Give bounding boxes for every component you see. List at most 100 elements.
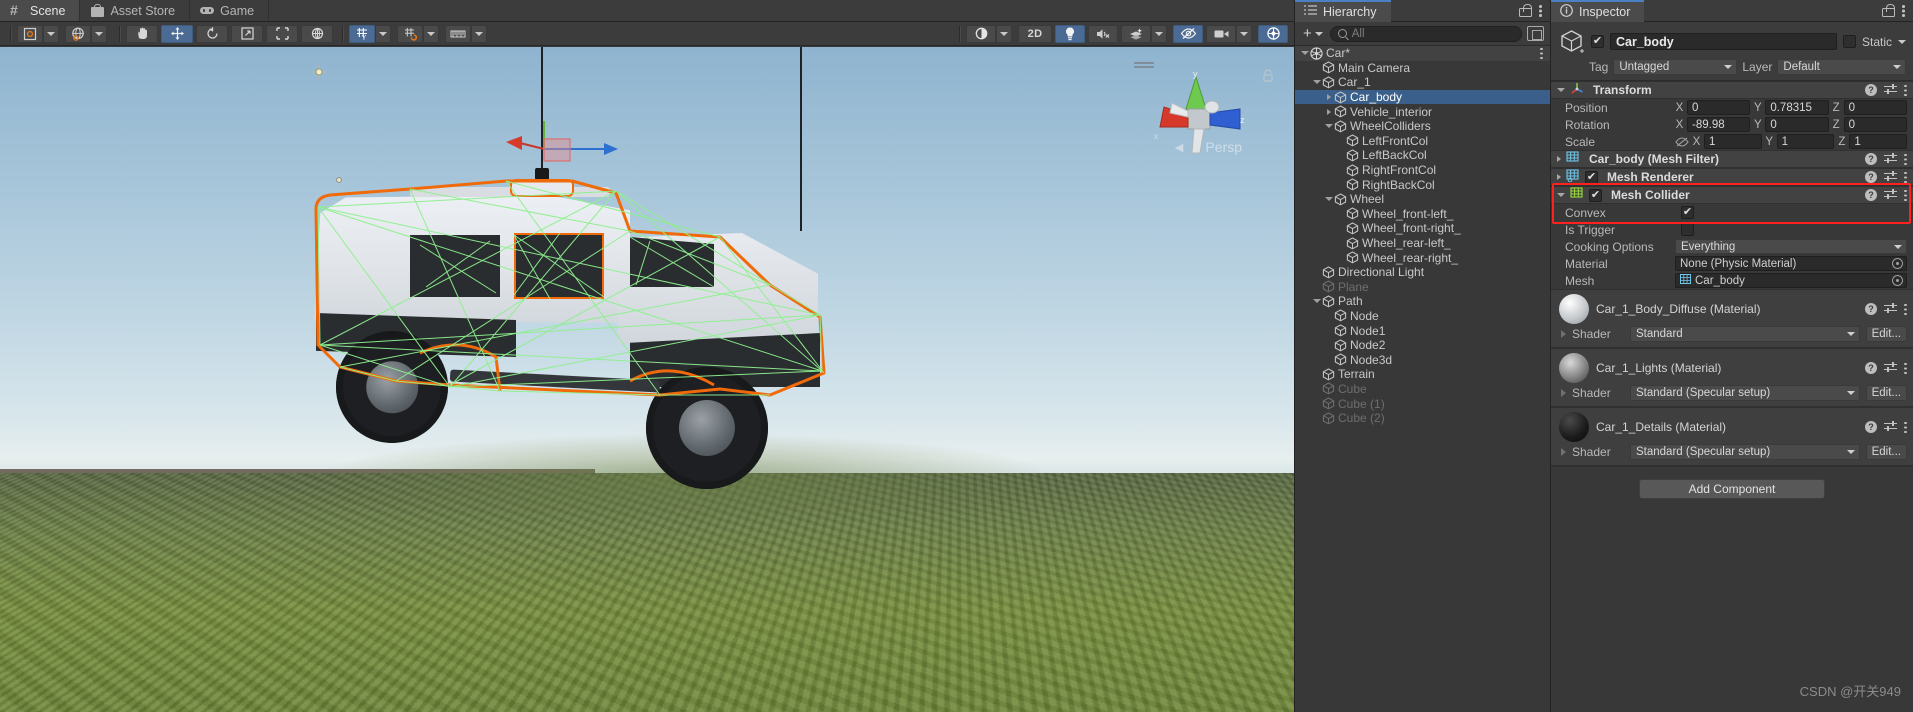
car-body-model[interactable] bbox=[300, 145, 860, 489]
preset-icon[interactable] bbox=[1884, 84, 1897, 96]
kebab-menu-icon[interactable] bbox=[1902, 4, 1905, 17]
add-component-button[interactable]: Add Component bbox=[1639, 479, 1825, 499]
handle-space-dropdown[interactable] bbox=[91, 24, 107, 43]
scene-viewport[interactable]: y z x Persp ◄ bbox=[0, 47, 1294, 712]
tree-twisty[interactable] bbox=[1323, 94, 1334, 101]
chevron-down-icon[interactable] bbox=[1557, 88, 1565, 92]
shader-dropdown[interactable]: Standard (Specular setup) bbox=[1630, 444, 1860, 460]
tab-scene[interactable]: Scene bbox=[0, 0, 81, 21]
chevron-right-icon[interactable] bbox=[1561, 389, 1566, 397]
constrain-proportions-icon[interactable] bbox=[1675, 136, 1689, 148]
shader-dropdown[interactable]: Standard bbox=[1630, 326, 1860, 342]
field-x[interactable]: 1 bbox=[1704, 134, 1762, 149]
preset-icon[interactable] bbox=[1884, 153, 1897, 165]
rotate-tool[interactable] bbox=[196, 24, 228, 43]
scene-fx-dropdown[interactable] bbox=[1151, 24, 1167, 43]
add-gameobject-button[interactable]: + bbox=[1301, 25, 1325, 42]
help-icon[interactable]: ? bbox=[1865, 171, 1877, 183]
preset-icon[interactable] bbox=[1884, 303, 1897, 315]
lock-icon[interactable] bbox=[1882, 4, 1895, 17]
kebab-menu-icon[interactable] bbox=[1904, 303, 1907, 316]
chevron-down-icon[interactable] bbox=[1557, 193, 1565, 197]
kebab-menu-icon[interactable] bbox=[1904, 362, 1907, 375]
kebab-menu-icon[interactable] bbox=[1540, 47, 1543, 60]
hierarchy-item-leftbackcol[interactable]: LeftBackCol bbox=[1295, 148, 1550, 163]
hierarchy-item-directional-light[interactable]: Directional Light bbox=[1295, 265, 1550, 280]
hierarchy-tree[interactable]: Car* Main Camera Car_1 Car_body Vehicle_inte… bbox=[1295, 46, 1550, 712]
field-y[interactable]: 0.78315 bbox=[1765, 100, 1829, 115]
preset-icon[interactable] bbox=[1884, 362, 1897, 374]
pivot-center-toggle[interactable] bbox=[17, 24, 43, 43]
tab-asset-store[interactable]: Asset Store bbox=[80, 0, 191, 21]
chevron-down-icon[interactable] bbox=[1324, 197, 1333, 202]
scene-camera-dropdown[interactable] bbox=[1236, 24, 1252, 43]
field-y[interactable]: 1 bbox=[1776, 134, 1835, 149]
chevron-right-icon[interactable] bbox=[1557, 156, 1561, 162]
hierarchy-item-car-body[interactable]: Car_body bbox=[1295, 89, 1550, 105]
tab-game[interactable]: Game bbox=[190, 0, 270, 21]
grid-visibility-toggle[interactable]: Y bbox=[349, 24, 375, 43]
hierarchy-item-wheel-front-right[interactable]: Wheel_front-right_ bbox=[1295, 221, 1550, 236]
gizmo-lock-icon[interactable] bbox=[1262, 69, 1274, 83]
move-tool[interactable] bbox=[161, 24, 193, 43]
hierarchy-item-cube[interactable]: Cube bbox=[1295, 382, 1550, 397]
hierarchy-item-cube-1[interactable]: Cube (1) bbox=[1295, 396, 1550, 411]
toggle-2d-button[interactable]: 2D bbox=[1018, 24, 1052, 43]
help-icon[interactable]: ? bbox=[1865, 189, 1877, 201]
component-enabled-checkbox[interactable] bbox=[1589, 188, 1602, 202]
hierarchy-item-rightbackcol[interactable]: RightBackCol bbox=[1295, 177, 1550, 192]
scene-overlay-menu-icon[interactable] bbox=[1134, 61, 1154, 69]
chevron-right-icon[interactable] bbox=[1557, 174, 1561, 180]
hierarchy-item-vehicle-interior[interactable]: Vehicle_interior bbox=[1295, 104, 1550, 119]
hierarchy-item-plane[interactable]: Plane bbox=[1295, 280, 1550, 295]
scene-lighting-toggle[interactable] bbox=[1055, 24, 1085, 43]
preset-icon[interactable] bbox=[1884, 189, 1897, 201]
shader-dropdown[interactable]: Standard (Specular setup) bbox=[1630, 385, 1860, 401]
hierarchy-item-wheel[interactable]: Wheel bbox=[1295, 192, 1550, 207]
hierarchy-item-cube-2[interactable]: Cube (2) bbox=[1295, 411, 1550, 426]
scene-ruler-dropdown[interactable] bbox=[471, 24, 487, 43]
static-checkbox[interactable] bbox=[1842, 35, 1856, 48]
transform-component-header[interactable]: Transform ? bbox=[1551, 81, 1913, 99]
chevron-right-icon[interactable] bbox=[1326, 108, 1331, 115]
field-x[interactable]: -89.98 bbox=[1687, 117, 1751, 132]
tab-hierarchy[interactable]: Hierarchy bbox=[1295, 0, 1391, 22]
chevron-right-icon[interactable] bbox=[1326, 94, 1331, 101]
object-field[interactable]: Car_body bbox=[1675, 273, 1907, 288]
field-y[interactable]: 0 bbox=[1765, 117, 1829, 132]
shading-mode-dropdown[interactable] bbox=[996, 24, 1012, 43]
object-picker-icon[interactable] bbox=[1892, 275, 1903, 286]
chevron-down-icon[interactable] bbox=[1300, 51, 1309, 56]
kebab-menu-icon[interactable] bbox=[1904, 84, 1907, 97]
lock-icon[interactable] bbox=[1519, 4, 1532, 17]
hand-tool[interactable] bbox=[126, 24, 158, 43]
component-enabled-checkbox[interactable] bbox=[1585, 170, 1598, 184]
scene-hidden-objects-toggle[interactable] bbox=[1173, 24, 1203, 43]
layer-dropdown[interactable]: Default bbox=[1777, 59, 1906, 75]
dropdown-control[interactable]: Everything bbox=[1675, 239, 1907, 254]
scene-ruler-button[interactable] bbox=[445, 24, 471, 43]
field-z[interactable]: 0 bbox=[1843, 117, 1907, 132]
scale-tool[interactable] bbox=[231, 24, 263, 43]
tab-inspector[interactable]: Inspector bbox=[1551, 0, 1645, 22]
hierarchy-item-node2[interactable]: Node2 bbox=[1295, 338, 1550, 353]
tree-twisty[interactable] bbox=[1323, 124, 1334, 129]
scene-fx-toggle[interactable] bbox=[1121, 24, 1151, 43]
material-edit-button[interactable]: Edit... bbox=[1865, 385, 1907, 401]
preset-icon[interactable] bbox=[1884, 421, 1897, 433]
gameobject-enabled-checkbox[interactable] bbox=[1591, 35, 1604, 48]
projection-mode-label[interactable]: Persp bbox=[1205, 139, 1242, 155]
scene-view-axis-gizmo[interactable]: y z x bbox=[1148, 69, 1248, 179]
material-edit-button[interactable]: Edit... bbox=[1865, 444, 1907, 460]
kebab-menu-icon[interactable] bbox=[1539, 4, 1542, 17]
component-header-mesh-renderer[interactable]: Mesh Renderer? bbox=[1551, 168, 1913, 186]
hierarchy-item-main-camera[interactable]: Main Camera bbox=[1295, 61, 1550, 76]
hierarchy-item-path[interactable]: Path bbox=[1295, 294, 1550, 309]
material-edit-button[interactable]: Edit... bbox=[1865, 326, 1907, 342]
rect-tool[interactable] bbox=[266, 24, 298, 43]
chevron-down-icon[interactable] bbox=[1312, 80, 1321, 85]
kebab-menu-icon[interactable] bbox=[1904, 421, 1907, 434]
hierarchy-item-rightfrontcol[interactable]: RightFrontCol bbox=[1295, 163, 1550, 178]
kebab-menu-icon[interactable] bbox=[1904, 189, 1907, 202]
tag-dropdown[interactable]: Untagged bbox=[1613, 59, 1738, 75]
